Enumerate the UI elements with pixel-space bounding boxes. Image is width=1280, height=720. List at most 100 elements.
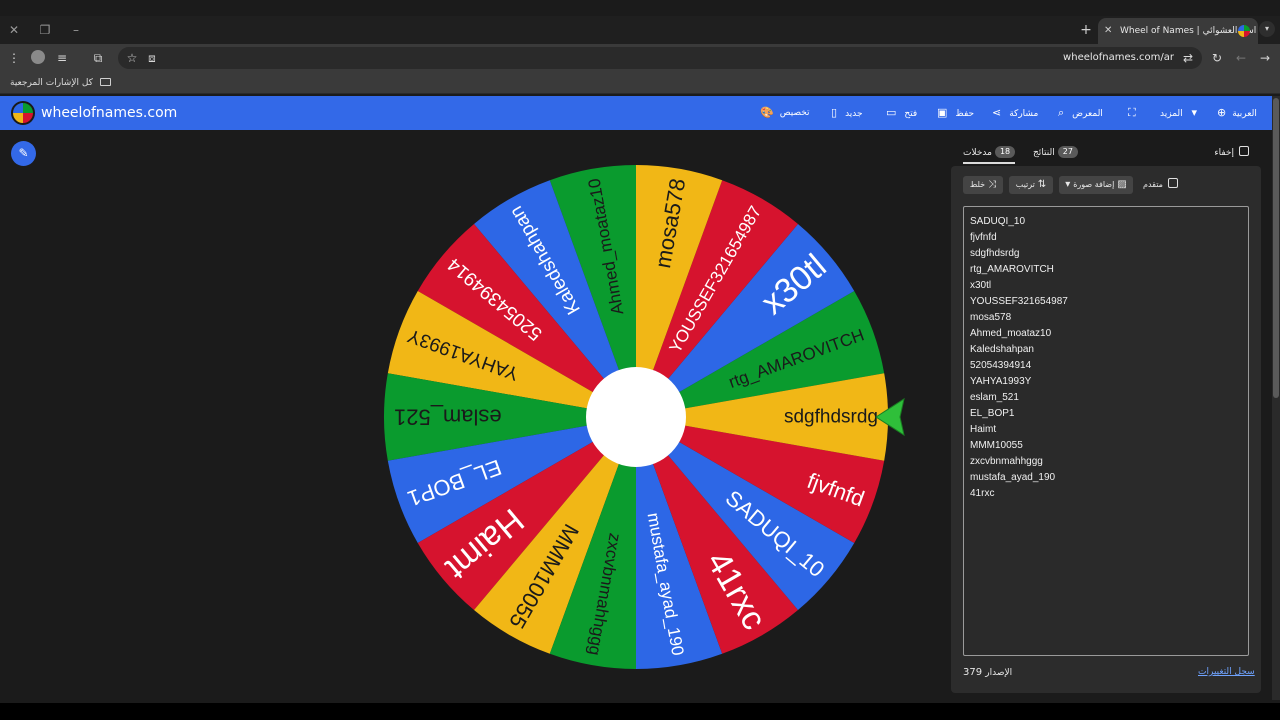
entry-line: 52054394914 bbox=[970, 360, 1032, 371]
wheel-logo-icon[interactable] bbox=[11, 101, 35, 125]
entry-line: eslam_521 bbox=[970, 392, 1019, 403]
entries-count-badge: 18 bbox=[994, 146, 1016, 158]
shuffle-icon: ⤨ bbox=[988, 179, 997, 190]
version-label: الإصدار bbox=[985, 668, 1013, 678]
translate-icon[interactable]: ⧈ bbox=[142, 48, 162, 68]
globe-icon: ⊕ bbox=[1217, 106, 1227, 119]
share-button[interactable]: ⋖ مشاركة bbox=[992, 96, 1038, 130]
more-menu-button[interactable]: المزيد ▾ bbox=[1160, 96, 1197, 130]
gallery-label: المعرض bbox=[1072, 109, 1103, 119]
entry-line: zxcvbnmahhggg bbox=[970, 456, 1043, 467]
spin-wheel[interactable]: rtg_AMAROVITCHx30tlYOUSSEF321654987mosa5… bbox=[376, 157, 896, 677]
new-tab-button[interactable]: + bbox=[1078, 16, 1094, 44]
site-settings-icon[interactable]: ⇄ bbox=[1178, 48, 1198, 68]
browser-tab[interactable]: ✕ Wheel of Names | اسم العشوائي bbox=[1098, 18, 1258, 44]
forward-icon[interactable]: ← bbox=[1231, 48, 1251, 68]
edit-pencil-icon[interactable]: ✎ bbox=[11, 141, 36, 166]
shuffle-label: خلط bbox=[969, 180, 986, 189]
screen: ✕ ❐ – + ✕ Wheel of Names | اسم العشوائي … bbox=[0, 0, 1280, 720]
all-bookmarks-button[interactable]: كل الإشارات المرجعية bbox=[10, 75, 111, 91]
entry-line: Ahmed_moataz10 bbox=[970, 328, 1052, 339]
window-restore-icon[interactable]: ❐ bbox=[31, 16, 59, 44]
advanced-checkbox[interactable]: متقدم bbox=[1143, 177, 1178, 193]
file-icon: ▯ bbox=[831, 106, 838, 119]
tab-search-icon[interactable]: ▾ bbox=[1259, 21, 1275, 37]
bookmarks-bar: كل الإشارات المرجعية bbox=[0, 72, 1280, 94]
sort-icon: ⇅ bbox=[1037, 179, 1047, 190]
entry-line: 41rxc bbox=[970, 488, 995, 499]
entry-line: Kaledshahpan bbox=[970, 344, 1034, 355]
fullscreen-icon: ⛶ bbox=[1128, 106, 1136, 119]
entry-line: Haimt bbox=[970, 424, 997, 435]
bottom-bar bbox=[0, 703, 1280, 720]
version-number: 379 bbox=[963, 667, 983, 678]
extensions-icon[interactable]: ⧉ bbox=[88, 48, 108, 68]
changelog-link[interactable]: سجل التغييرات bbox=[1198, 667, 1255, 677]
scrollbar-thumb[interactable] bbox=[1273, 98, 1279, 398]
entry-line: SADUQI_10 bbox=[970, 216, 1026, 227]
address-bar[interactable]: ☆ ⧈ wheelofnames.com/ar ⇄ bbox=[118, 47, 1202, 69]
advanced-label: متقدم bbox=[1143, 180, 1163, 189]
sort-button[interactable]: ترتيب ⇅ bbox=[1009, 176, 1053, 194]
profile-avatar-icon[interactable] bbox=[28, 48, 48, 68]
tab-results[interactable]: النتائج 27 bbox=[1033, 142, 1078, 164]
entry-line: MMM10055 bbox=[970, 440, 1023, 451]
version-info: 379 الإصدار bbox=[963, 667, 1016, 678]
bookmark-star-icon[interactable]: ☆ bbox=[122, 48, 142, 68]
gallery-button[interactable]: ⌕ المعرض bbox=[1058, 96, 1103, 130]
folder-icon bbox=[99, 78, 111, 86]
hide-checkbox-icon[interactable] bbox=[1239, 146, 1249, 156]
customize-button[interactable]: تخصيص 🎨 bbox=[760, 96, 810, 130]
customize-label: تخصيص bbox=[779, 108, 810, 118]
tab-close-icon[interactable]: ✕ bbox=[1104, 18, 1112, 44]
caret-down-icon: ▾ bbox=[1191, 106, 1198, 119]
tab-entries-label: مدخلات bbox=[963, 148, 992, 158]
entries-textarea[interactable]: SADUQI_10 fjvfnfd sdgfhdsrdg rtg_AMAROVITCH… bbox=[963, 206, 1249, 656]
share-label: مشاركة bbox=[1009, 109, 1039, 119]
entry-line: sdgfhdsrdg bbox=[970, 248, 1020, 259]
fullscreen-button[interactable]: ⛶ bbox=[1128, 96, 1136, 130]
browser-menu-icon[interactable]: ⋮ bbox=[4, 48, 24, 68]
search-icon: ⌕ bbox=[1058, 106, 1065, 119]
entry-line: mustafa_ayad_190 bbox=[970, 472, 1056, 483]
more-label: المزيد bbox=[1160, 109, 1183, 119]
side-panel: مدخلات 18 النتائج 27 إخفاء خلط ⤨ ترتيب ⇅ ▾ إض… bbox=[951, 138, 1261, 693]
window-minimize-icon[interactable]: – bbox=[62, 16, 90, 44]
reload-icon[interactable]: ↻ bbox=[1207, 48, 1227, 68]
tab-results-label: النتائج bbox=[1033, 148, 1055, 158]
browser-tabstrip: ✕ ❐ – + ✕ Wheel of Names | اسم العشوائي … bbox=[0, 16, 1280, 44]
page-scrollbar[interactable] bbox=[1272, 96, 1280, 700]
language-button[interactable]: ⊕ العربية bbox=[1217, 96, 1257, 130]
window-close-icon[interactable]: ✕ bbox=[0, 16, 28, 44]
advanced-checkbox-icon[interactable] bbox=[1167, 178, 1178, 188]
results-count-badge: 27 bbox=[1057, 146, 1078, 158]
entry-line: YAHYA1993Y bbox=[970, 376, 1032, 387]
sort-label: ترتيب bbox=[1015, 180, 1035, 189]
new-button[interactable]: ▯ جديد bbox=[831, 96, 863, 130]
language-label: العربية bbox=[1232, 109, 1257, 119]
tab-entries[interactable]: مدخلات 18 bbox=[963, 142, 1016, 164]
save-label: حفظ bbox=[955, 109, 975, 119]
hide-label: إخفاء bbox=[1214, 148, 1234, 158]
wheel-pointer-icon bbox=[875, 397, 905, 437]
hide-checkbox[interactable]: إخفاء bbox=[1214, 145, 1249, 161]
entry-line: YOUSSEF321654987 bbox=[970, 296, 1068, 307]
add-image-dropdown[interactable]: ▾ إضافة صورة ▨ bbox=[1059, 176, 1133, 194]
open-button[interactable]: ▭ فتح bbox=[886, 96, 917, 130]
entry-line: x30tl bbox=[970, 280, 992, 291]
share-icon: ⋖ bbox=[992, 106, 1002, 119]
entry-line: rtg_AMAROVITCH bbox=[970, 264, 1054, 275]
panel-tabs: مدخلات 18 النتائج 27 إخفاء bbox=[951, 138, 1261, 166]
brand-name[interactable]: wheelofnames.com bbox=[41, 96, 177, 130]
browser-toolbar: ⋮ ≡ ⧉ ☆ ⧈ wheelofnames.com/ar ⇄ ↻ ← → bbox=[0, 44, 1280, 72]
shuffle-button[interactable]: خلط ⤨ bbox=[963, 176, 1003, 194]
entry-line: mosa578 bbox=[970, 312, 1012, 323]
palette-icon: 🎨 bbox=[760, 106, 774, 119]
entries-card: خلط ⤨ ترتيب ⇅ ▾ إضافة صورة ▨ متقدم SADUQI_10… bbox=[951, 166, 1261, 693]
all-bookmarks-label: كل الإشارات المرجعية bbox=[10, 78, 93, 88]
media-controls-icon[interactable]: ≡ bbox=[52, 48, 72, 68]
save-button[interactable]: ▣ حفظ bbox=[937, 96, 974, 130]
back-icon[interactable]: → bbox=[1255, 48, 1275, 68]
image-icon: ▨ bbox=[1117, 179, 1127, 190]
wheel-center[interactable] bbox=[586, 367, 686, 467]
